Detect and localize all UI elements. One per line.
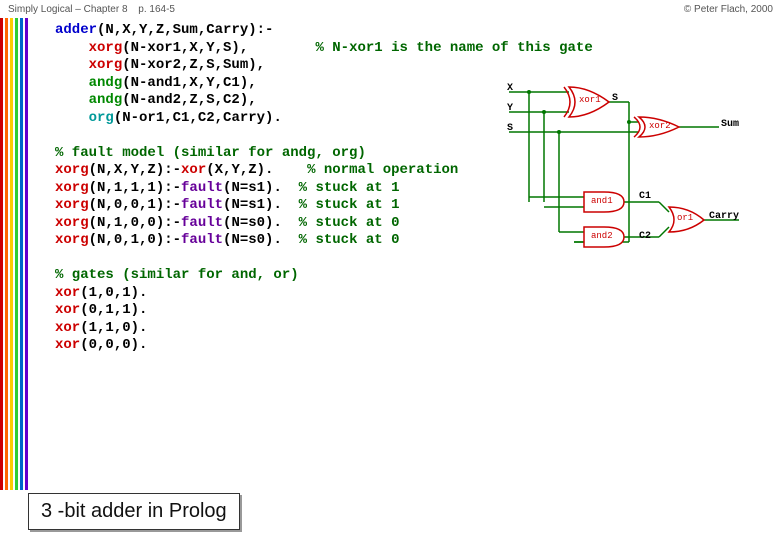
label-c2: C2 <box>639 232 651 242</box>
label-y: Y <box>507 104 513 114</box>
copyright: © Peter Flach, 2000 <box>684 4 773 15</box>
kw-adder: adder <box>55 22 97 38</box>
kw-xorg: xorg <box>89 57 123 73</box>
comment: % normal operation <box>307 162 458 178</box>
adder-svg <box>509 82 759 272</box>
header-bar: Simply Logical – Chapter 8 p. 164-5 © Pe… <box>0 0 781 18</box>
page-ref: p. 164-5 <box>138 4 175 15</box>
label-s: S <box>507 124 513 134</box>
book-title: Simply Logical – Chapter 8 <box>8 4 128 15</box>
kw-fault: fault <box>181 180 223 196</box>
rail-6 <box>25 18 28 490</box>
kw-andg: andg <box>89 92 123 108</box>
comment: % fault model (similar for andg, org) <box>55 145 366 161</box>
adder-diagram: X Y S xor1 S xor2 Sum and1 C1 and2 C2 or… <box>509 82 759 272</box>
comment: % gates (similar for and, or) <box>55 267 299 283</box>
kw-xorg: xorg <box>55 162 89 178</box>
kw-org: org <box>89 110 114 126</box>
rail-3 <box>10 18 13 490</box>
comment: % stuck at 1 <box>299 180 400 196</box>
kw-xor: xor <box>55 285 80 301</box>
label-c1: C1 <box>639 192 651 202</box>
kw-xor: xor <box>55 337 80 353</box>
label-sum: Sum <box>721 120 739 130</box>
kw-xor: xor <box>55 320 80 336</box>
kw-fault: fault <box>181 197 223 213</box>
kw-xorg: xorg <box>55 232 89 248</box>
kw-fault: fault <box>181 232 223 248</box>
slide-title: 3 -bit adder in Prolog <box>28 493 240 530</box>
label-xor2: xor2 <box>649 122 671 131</box>
label-and1: and1 <box>591 197 613 206</box>
rainbow-rails <box>0 18 30 490</box>
kw-xor: xor <box>55 302 80 318</box>
kw-fault: fault <box>181 215 223 231</box>
label-xor1: xor1 <box>579 96 601 105</box>
header-left: Simply Logical – Chapter 8 p. 164-5 <box>8 4 183 15</box>
comment: % stuck at 0 <box>299 215 400 231</box>
rail-5 <box>20 18 23 490</box>
rail-4 <box>15 18 18 490</box>
label-carry: Carry <box>709 212 739 222</box>
slide-root: Simply Logical – Chapter 8 p. 164-5 © Pe… <box>0 0 781 538</box>
rail-1 <box>0 18 3 490</box>
label-sInt: S <box>612 94 618 104</box>
comment: % stuck at 1 <box>299 197 400 213</box>
kw-andg: andg <box>89 75 123 91</box>
kw-xorg: xorg <box>55 197 89 213</box>
content-area: adder(N,X,Y,Z,Sum,Carry):- xorg(N-xor1,X… <box>55 22 771 482</box>
comment: % N-xor1 is the name of this gate <box>315 40 592 56</box>
kw-xor: xor <box>181 162 206 178</box>
label-x: X <box>507 84 513 94</box>
kw-xorg: xorg <box>55 215 89 231</box>
label-or1: or1 <box>677 214 693 223</box>
kw-xorg: xorg <box>55 180 89 196</box>
kw-xorg: xorg <box>89 40 123 56</box>
rail-2 <box>5 18 8 490</box>
label-and2: and2 <box>591 232 613 241</box>
comment: % stuck at 0 <box>299 232 400 248</box>
